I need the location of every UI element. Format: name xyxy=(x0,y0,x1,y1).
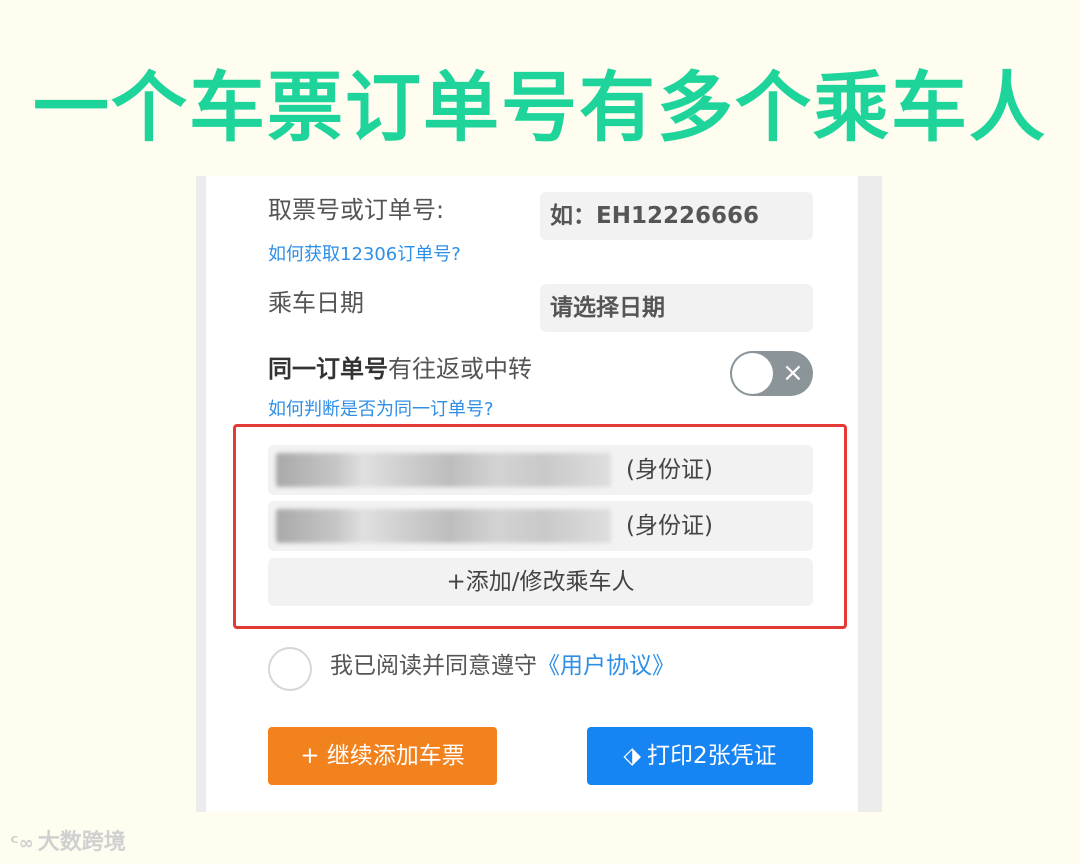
toggle-knob xyxy=(732,353,773,394)
travel-date-picker[interactable]: 请选择日期 xyxy=(540,284,813,332)
continue-add-ticket-button[interactable]: + 继续添加车票 xyxy=(268,727,497,785)
print-vouchers-label: 打印2张凭证 xyxy=(647,743,777,769)
print-vouchers-button[interactable]: ⬗ 打印2张凭证 xyxy=(587,727,813,785)
same-order-label-bold: 同一订单号 xyxy=(268,355,388,383)
user-agreement-link[interactable]: 《用户协议》 xyxy=(537,653,675,679)
travel-date-label: 乘车日期 xyxy=(268,289,364,317)
ticket-number-help-link[interactable]: 如何获取12306订单号? xyxy=(268,243,461,267)
page-headline: 一个车票订单号有多个乘车人 xyxy=(33,63,1047,152)
agreement-statement: 我已阅读并同意遵守 xyxy=(330,653,537,679)
blurred-passenger-name xyxy=(276,509,611,543)
passenger-row-1[interactable]: (身份证) xyxy=(268,445,813,495)
close-icon: × xyxy=(782,358,804,388)
passenger-id-type: (身份证) xyxy=(626,457,713,483)
add-edit-passenger-button[interactable]: +添加/修改乘车人 xyxy=(268,558,813,606)
agreement-text: 我已阅读并同意遵守《用户协议》 xyxy=(330,649,675,683)
same-order-help-link[interactable]: 如何判断是否为同一订单号? xyxy=(268,398,494,422)
watermark-text: 大数跨境 xyxy=(37,830,126,855)
blurred-passenger-name xyxy=(276,453,611,487)
agreement-checkbox[interactable] xyxy=(268,647,312,691)
ticket-number-input[interactable]: 如：EH12226666 xyxy=(540,192,813,240)
passenger-id-type: (身份证) xyxy=(626,513,713,539)
ticket-tag-icon: ⬗ xyxy=(623,743,642,769)
same-order-toggle[interactable]: × xyxy=(730,351,813,396)
same-order-label-rest: 有往返或中转 xyxy=(388,355,532,383)
same-order-label: 同一订单号有往返或中转 xyxy=(268,353,532,385)
ticket-number-label: 取票号或订单号: xyxy=(268,196,445,224)
watermark-logo-icon: ᑦ∞ xyxy=(10,833,34,854)
watermark: ᑦ∞ 大数跨境 xyxy=(10,828,126,859)
passenger-row-2[interactable]: (身份证) xyxy=(268,501,813,551)
